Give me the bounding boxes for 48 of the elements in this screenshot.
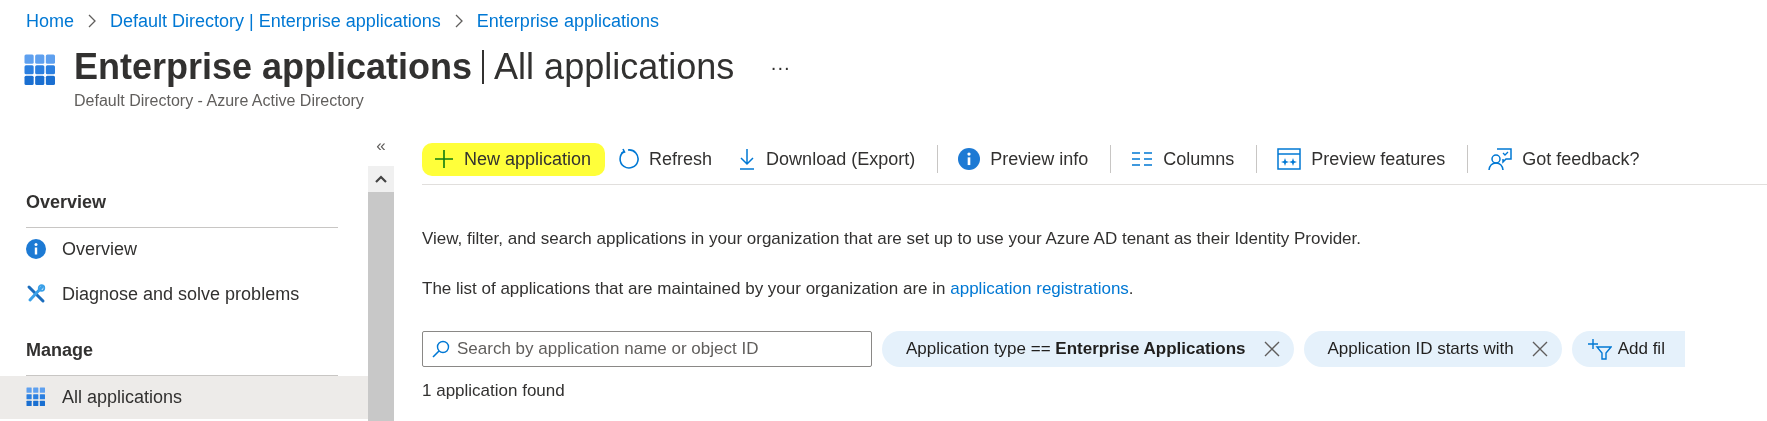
registrations-note: The list of applications that are maintained by your organization are in application registrations. [422, 279, 1135, 299]
toolbar-button[interactable]: Got feedback? [1476, 141, 1654, 177]
app-grid-icon [24, 54, 56, 86]
info-icon [958, 148, 981, 170]
collapse-button[interactable]: « [368, 126, 394, 166]
result-count: 1 application found [422, 381, 566, 401]
refresh-icon [617, 148, 640, 170]
registrations-link[interactable]: application registrations [950, 279, 1129, 298]
toolbar-button[interactable]: Download (Export) [726, 142, 930, 176]
close-icon[interactable] [1531, 341, 1548, 357]
add-filter-icon [1587, 338, 1612, 360]
filter-label: Application type == Enterprise Applications [906, 339, 1246, 359]
toolbar-button[interactable]: Refresh [605, 142, 727, 176]
feedback-icon [1488, 147, 1513, 171]
tools-icon [26, 284, 46, 305]
page-description: Default Directory - Azure Active Directory [74, 92, 365, 110]
info-icon [26, 239, 46, 260]
filter-label: Application ID starts with [1327, 339, 1514, 359]
add-filter-button[interactable]: Add fil [1571, 331, 1685, 367]
sidebar-item[interactable]: Overview [0, 228, 368, 271]
filter-pill[interactable]: Application ID starts with [1303, 331, 1562, 367]
more-button[interactable]: ··· [764, 55, 797, 79]
page-subtitle: All applications [494, 46, 735, 88]
chevron-up-icon [375, 175, 387, 183]
grid-icon [26, 387, 46, 408]
window-sparkle-icon [1277, 148, 1302, 170]
toolbar-button[interactable]: Preview info [946, 142, 1103, 176]
sidebar-item[interactable]: All applications [0, 376, 368, 419]
section-heading: Overview [26, 182, 338, 228]
toolbar-button[interactable]: New application [422, 142, 606, 176]
toolbar-button[interactable]: Preview features [1265, 142, 1460, 176]
intro-text: View, filter, and search applications in your organization that are set up to use your Azure AD tenant as their Identity Provider. [422, 229, 1362, 249]
page-title: Enterprise applications [74, 46, 473, 88]
chevron-right-icon [88, 14, 96, 28]
search-field[interactable]: Search by application name or object ID [422, 331, 872, 367]
close-icon[interactable] [1263, 341, 1280, 357]
columns-icon [1131, 151, 1154, 167]
filter-pill[interactable]: Application type == Enterprise Applications [882, 331, 1294, 367]
breadcrumb-link[interactable]: Enterprise applications [476, 10, 659, 32]
sidebar-item[interactable]: Diagnose and solve problems [0, 273, 368, 316]
breadcrumb-link[interactable]: Home [26, 10, 74, 32]
breadcrumb-link[interactable]: Default Directory | Enterprise applications [110, 10, 441, 32]
plus-icon [434, 149, 454, 169]
search-icon [432, 340, 450, 358]
download-icon [738, 148, 757, 170]
scroll-up-button[interactable] [368, 166, 394, 192]
chevron-right-icon [454, 14, 463, 28]
toolbar-button[interactable]: Columns [1119, 142, 1249, 176]
